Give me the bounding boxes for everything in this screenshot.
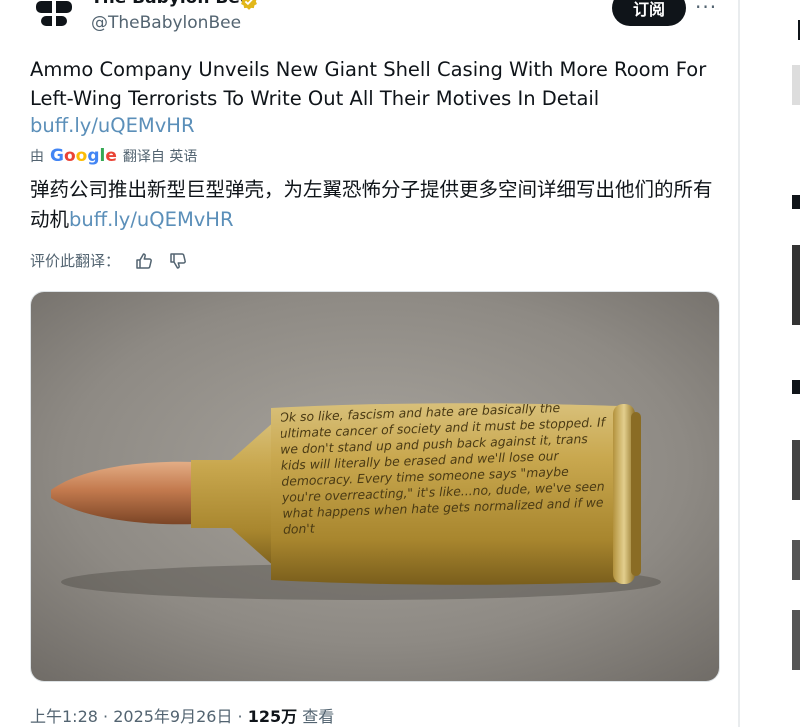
rate-translation: 评价此翻译： (30, 250, 188, 271)
tweet-metadata: 上午1:28 · 2025年9月26日 · 125万 查看 (30, 707, 335, 726)
right-sidebar-partial (740, 0, 800, 727)
shell-casing-photo: Ok so like, fascism and hate are basical… (31, 292, 719, 681)
tweet-text: Ammo Company Unveils New Giant Shell Cas… (30, 58, 707, 110)
view-count: 125万 (247, 707, 298, 726)
tweet-link[interactable]: buff.ly/uQEMvHR (30, 114, 195, 137)
bee-logo-icon (36, 0, 72, 26)
subscribe-button[interactable]: 订阅 (612, 0, 686, 26)
tweet-translated-text: 弹药公司推出新型巨型弹壳，为左翼恐怖分子提供更多空间详细写出他们的所有动机buf… (30, 175, 720, 235)
translated-link[interactable]: buff.ly/uQEMvHR (69, 208, 234, 231)
google-logo: Google (50, 146, 117, 166)
tweet-image[interactable]: Ok so like, fascism and hate are basical… (30, 291, 720, 682)
more-options-icon[interactable]: ··· (695, 0, 717, 19)
engraved-text: Ok so like, fascism and hate are basical… (281, 404, 606, 537)
translated-by-label: 由 (30, 149, 44, 165)
author-name[interactable]: The Babylon Bee (91, 0, 251, 8)
tweet-detail: The Babylon Bee @TheBabylonBee 订阅 ··· Am… (0, 0, 738, 727)
view-label: 查看 (302, 707, 335, 726)
verified-badge-icon (241, 0, 257, 10)
thumbs-up-icon[interactable] (134, 251, 154, 271)
author-avatar[interactable] (30, 0, 78, 30)
translation-attribution: 由 Google 翻译自 英语 (30, 146, 197, 166)
tweet-date[interactable]: 2025年9月26日 (113, 707, 232, 726)
translated-from-label[interactable]: 翻译自 英语 (123, 146, 197, 166)
author-handle[interactable]: @TheBabylonBee (91, 13, 241, 33)
thumbs-down-icon[interactable] (168, 251, 188, 271)
rate-translation-label: 评价此翻译： (30, 252, 121, 270)
tweet-time[interactable]: 上午1:28 (30, 707, 98, 726)
